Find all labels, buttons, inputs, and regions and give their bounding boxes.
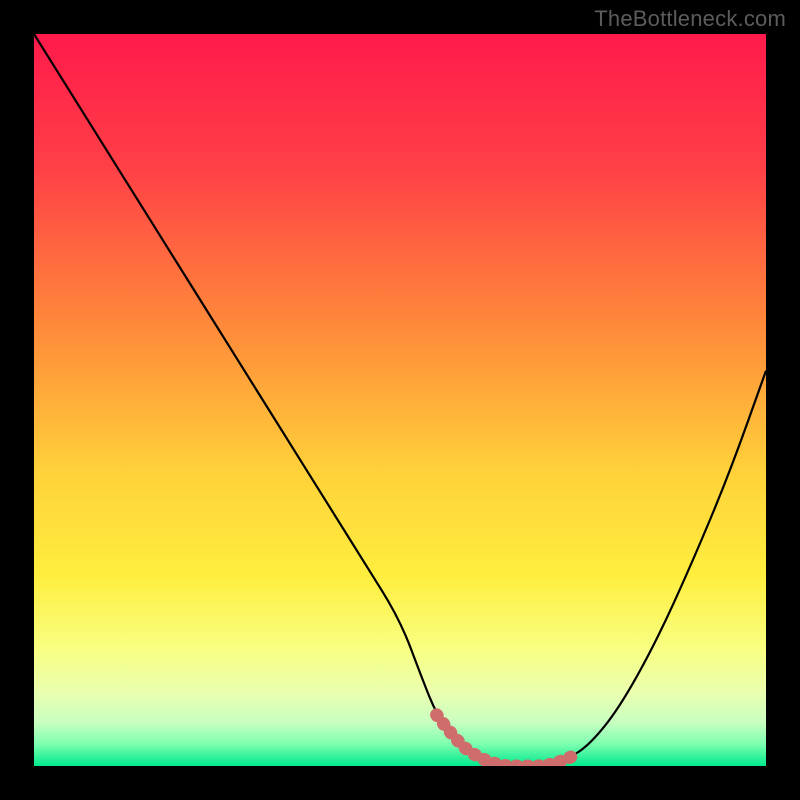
bottleneck-curve xyxy=(34,34,766,766)
chart-svg xyxy=(34,34,766,766)
outer-frame: TheBottleneck.com xyxy=(0,0,800,800)
plot-area xyxy=(34,34,766,766)
curve-highlight xyxy=(437,715,576,766)
watermark-text: TheBottleneck.com xyxy=(594,6,786,32)
